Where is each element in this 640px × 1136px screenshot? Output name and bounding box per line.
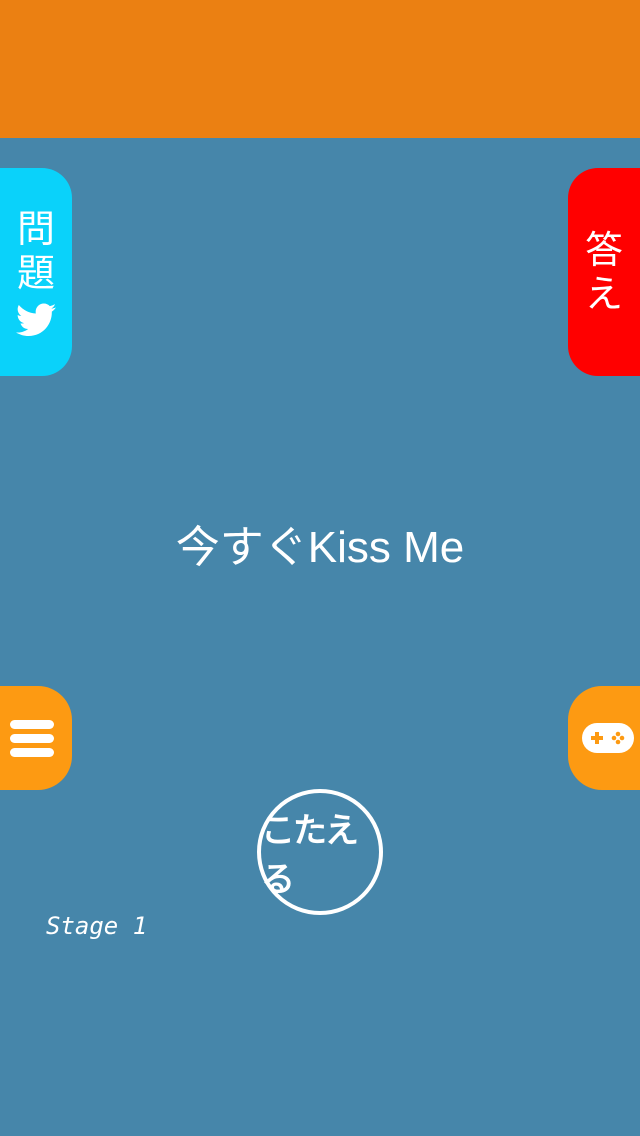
question-tab-label: 問 題: [17, 207, 55, 295]
question-text: 今すぐKiss Me: [175, 523, 465, 572]
answer-tab-label: 答 え: [585, 228, 623, 316]
gamepad-icon: [582, 723, 634, 753]
show-answer-tab[interactable]: 答 え: [568, 168, 640, 376]
answer-tab-char-2: え: [584, 272, 623, 316]
game-select-button[interactable]: [568, 686, 640, 790]
game-screen: 問 題 答 え 今すぐKiss Me こたえる Stage 1: [0, 0, 640, 1136]
top-banner: [0, 0, 640, 138]
question-tab-char-1: 問: [16, 207, 55, 251]
hamburger-icon: [10, 720, 54, 757]
answer-button-label: こたえる: [261, 811, 359, 900]
stage-label: Stage 1: [46, 912, 148, 940]
answer-button[interactable]: こたえる: [257, 789, 383, 915]
menu-button[interactable]: [0, 686, 72, 790]
answer-tab-char-1: 答: [584, 228, 623, 272]
question-tab-char-2: 題: [16, 251, 55, 295]
twitter-icon: [16, 303, 56, 336]
share-question-tab[interactable]: 問 題: [0, 168, 72, 376]
